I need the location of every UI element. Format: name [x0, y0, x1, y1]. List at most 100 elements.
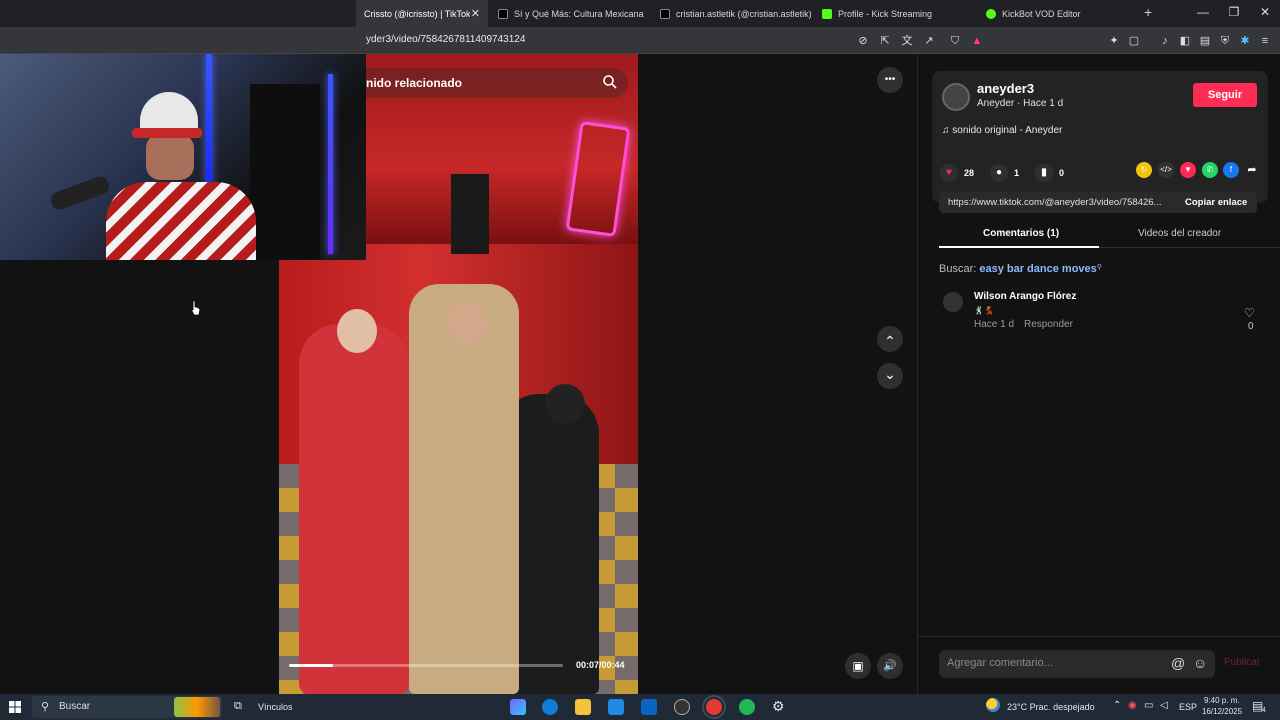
comment-composer: Agregar comentario... @ ☺ Publicar: [918, 636, 1280, 694]
tray-chevron-icon[interactable]: ⌃: [1113, 700, 1121, 711]
tab-comments[interactable]: Comentarios (1): [983, 228, 1059, 239]
mail-icon[interactable]: [641, 699, 657, 715]
repost-icon[interactable]: ↻: [1136, 162, 1152, 178]
windows-start-icon[interactable]: [9, 701, 21, 713]
commenter-name[interactable]: Wilson Arango Flórez: [974, 291, 1076, 302]
copilot-icon[interactable]: [510, 699, 526, 715]
weather-icon[interactable]: [986, 698, 1000, 712]
copy-link-button[interactable]: Copiar enlace: [1185, 197, 1247, 208]
windows-taskbar: ⚲ Buscar ⧉ Vínculos ⚙ 23°C Prac. despeja…: [0, 694, 1280, 720]
share-arrow-icon[interactable]: ➦: [1244, 162, 1260, 178]
related-search-bar[interactable]: nido relacionado: [366, 68, 628, 98]
reader-off-icon[interactable]: ⊘: [856, 34, 870, 48]
related-search-suggestion[interactable]: Buscar: easy bar dance moves⚲: [939, 263, 1102, 275]
previous-video-button[interactable]: ⌃: [877, 326, 903, 352]
taskbar-search[interactable]: ⚲ Buscar: [32, 696, 222, 718]
volume-button[interactable]: 🔊: [877, 653, 903, 679]
file-explorer-icon[interactable]: [575, 699, 591, 715]
close-window-button[interactable]: ✕: [1255, 5, 1275, 19]
video-progress-bar[interactable]: [289, 664, 563, 667]
tab-cristian-astletik[interactable]: cristian.astletik (@cristian.astletik) |…: [652, 0, 812, 27]
search-icon: ⚲: [41, 701, 50, 713]
whatsapp-icon[interactable]: ✆: [1202, 162, 1218, 178]
new-tab-button[interactable]: +: [1144, 4, 1152, 20]
mention-icon[interactable]: @: [1171, 655, 1185, 671]
search-highlight-image: [174, 697, 220, 717]
engagement-stats: ♥ 28 ● 1 ▮ 0: [940, 164, 1064, 182]
open-external-icon[interactable]: ⇱: [878, 34, 892, 48]
volume-icon[interactable]: ◁: [1160, 700, 1168, 711]
spotify-icon[interactable]: [739, 699, 755, 715]
minimize-button[interactable]: —: [1193, 5, 1213, 19]
comment-placeholder: Agregar comentario...: [947, 657, 1053, 669]
sidebar-icon[interactable]: ◧: [1178, 34, 1192, 48]
led-strip: [328, 74, 333, 254]
pip-button[interactable]: ▣: [845, 653, 871, 679]
send-icon[interactable]: ▼: [1180, 162, 1196, 178]
translate-icon[interactable]: 文: [900, 34, 914, 48]
task-view-icon[interactable]: ⧉: [234, 700, 242, 713]
network-icon[interactable]: ▭: [1144, 700, 1153, 711]
comment-like-icon[interactable]: ♡: [1244, 306, 1255, 320]
url-field[interactable]: yder3/video/7584267811409743124: [366, 34, 525, 45]
edge-icon[interactable]: [542, 699, 558, 715]
close-tab-icon[interactable]: ✕: [471, 7, 480, 20]
clock-date[interactable]: 16/12/2025: [1202, 707, 1242, 716]
facebook-icon[interactable]: f: [1223, 162, 1239, 178]
creator-avatar[interactable]: [942, 83, 970, 111]
follow-button[interactable]: Seguir: [1193, 83, 1257, 107]
creator-username[interactable]: aneyder3: [977, 81, 1034, 96]
search-icon[interactable]: [602, 74, 618, 90]
obs-icon[interactable]: [674, 699, 690, 715]
brave-rewards-icon[interactable]: ▲: [970, 34, 984, 48]
music-link[interactable]: ♫ sonido original - Aneyder: [942, 125, 1062, 136]
brave-shield-icon[interactable]: ⛉: [948, 34, 962, 48]
tray-app-icon[interactable]: ◉: [1128, 700, 1137, 711]
comment-icon[interactable]: ●: [990, 164, 1009, 182]
publish-button[interactable]: Publicar: [1224, 657, 1260, 668]
video-time: 00:07/00:44: [576, 660, 625, 670]
commenter-avatar[interactable]: [943, 292, 963, 312]
vinculos-toolbar[interactable]: Vínculos: [258, 702, 293, 712]
tab-kickbot-editor[interactable]: KickBot VOD Editor: [978, 0, 1138, 27]
video-link-text[interactable]: https://www.tiktok.com/@aneyder3/video/7…: [948, 197, 1174, 208]
emoji-icon[interactable]: ☺: [1193, 655, 1207, 671]
creator-subline: Aneyder · Hace 1 d: [977, 98, 1064, 109]
comment-input[interactable]: Agregar comentario... @ ☺: [939, 650, 1215, 678]
search-query-link[interactable]: easy bar dance moves: [979, 263, 1096, 275]
vpn-icon[interactable]: ⛨: [1218, 34, 1232, 48]
next-video-button[interactable]: ⌄: [877, 363, 903, 389]
language-indicator[interactable]: ESP: [1179, 702, 1197, 712]
brave-icon[interactable]: [702, 695, 726, 719]
tab-tiktok-crissto[interactable]: Crissto (@icrissto) | TikTok ✕: [356, 0, 488, 27]
settings-gear-icon[interactable]: ⚙: [772, 698, 785, 715]
comment-like-count: 0: [1248, 321, 1254, 332]
more-options-button[interactable]: •••: [877, 67, 903, 93]
restore-button[interactable]: ❐: [1224, 5, 1244, 19]
tab-creator-videos[interactable]: Videos del creador: [1138, 228, 1221, 239]
share-icon[interactable]: ↗: [922, 34, 936, 48]
comment-text: 🕺💃: [974, 306, 994, 315]
tiktok-page: nido relacionado 00:07/00:44 ••• ⌃ ⌄ ▣ 🔊…: [0, 54, 1280, 694]
leo-icon[interactable]: ✱: [1238, 34, 1252, 48]
screenshot-icon[interactable]: ▢: [1127, 34, 1141, 48]
extensions-icon[interactable]: ✦: [1107, 34, 1121, 48]
reply-button[interactable]: Responder: [1024, 319, 1073, 330]
dancer-center-head: [447, 299, 487, 345]
tab-si-y-que-mas[interactable]: Sí y Qué Más: Cultura Mexicana y Co: [490, 0, 646, 27]
comment-item: Wilson Arango Flórez 🕺💃 Hace 1 d Respond…: [939, 290, 1269, 340]
embed-icon[interactable]: </>: [1158, 162, 1174, 178]
like-icon[interactable]: ♥: [940, 164, 958, 182]
bookmark-icon[interactable]: ▮: [1035, 164, 1054, 182]
media-icon[interactable]: ♪: [1158, 34, 1172, 48]
clock-time[interactable]: 9:40 p. m.: [1204, 696, 1240, 705]
streamer-face: [146, 134, 194, 180]
video-link-box: https://www.tiktok.com/@aneyder3/video/7…: [939, 192, 1257, 213]
store-icon[interactable]: [608, 699, 624, 715]
tab-kick-profile[interactable]: Profile - Kick Streaming: [814, 0, 974, 27]
menu-icon[interactable]: ≡: [1258, 34, 1272, 48]
wallet-icon[interactable]: ▤: [1198, 34, 1212, 48]
dancer-center: [409, 284, 519, 694]
comment-time: Hace 1 d: [974, 319, 1015, 330]
weather-text[interactable]: 23°C Prac. despejado: [1007, 702, 1095, 712]
